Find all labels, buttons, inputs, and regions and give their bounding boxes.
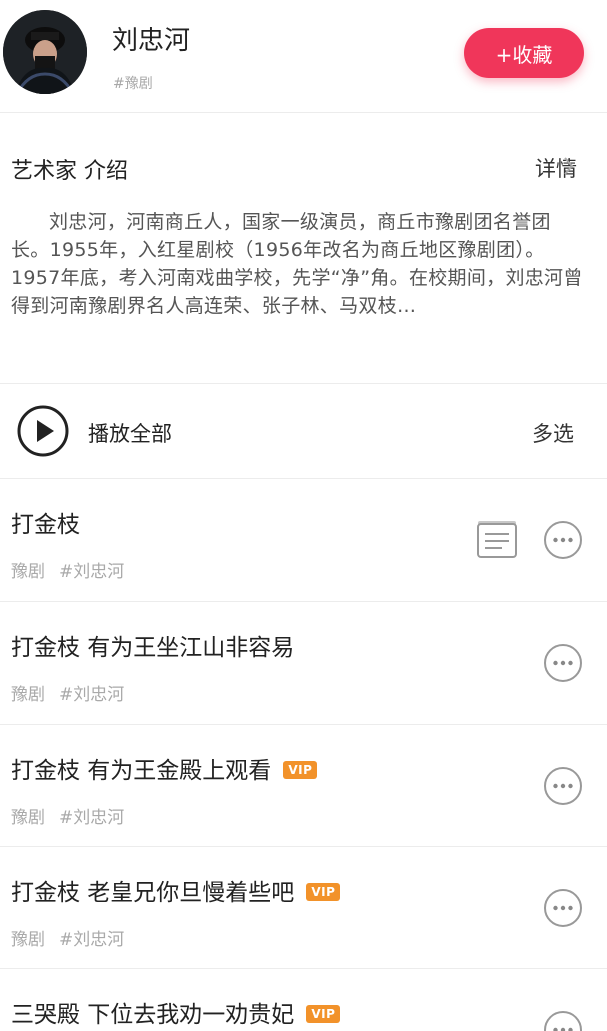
more-options-icon[interactable] [543,888,583,928]
vip-badge: VIP [283,761,318,779]
vip-badge: VIP [306,883,341,901]
artist-avatar[interactable] [3,10,87,94]
more-options-icon[interactable] [543,1010,583,1031]
vip-badge: VIP [306,1005,341,1023]
song-row[interactable]: 三哭殿 下位去我劝一劝贵妃 VIP [0,969,607,1031]
song-artist-tag: #刘忠河 [59,685,125,705]
song-row[interactable]: 打金枝 豫剧 #刘忠河 [0,479,607,601]
song-meta: 豫剧 #刘忠河 [11,680,138,705]
multi-select-button[interactable]: 多选 [532,418,574,448]
play-circle-icon[interactable] [17,405,69,457]
chevron-right-icon[interactable] [563,155,575,177]
song-row[interactable]: 打金枝 有为王金殿上观看 VIP 豫剧 #刘忠河 [0,725,607,847]
song-genre: 豫剧 [11,685,45,705]
song-artist-tag: #刘忠河 [59,562,125,582]
avatar-image [3,10,87,94]
song-title: 打金枝 有为王金殿上观看 VIP [11,751,318,785]
song-artist-tag: #刘忠河 [59,930,125,950]
divider [0,112,607,113]
song-artist-tag: #刘忠河 [59,808,125,828]
more-options-icon[interactable] [543,766,583,806]
song-row[interactable]: 打金枝 有为王坐江山非容易 豫剧 #刘忠河 [0,602,607,724]
play-all-label[interactable]: 播放全部 [88,418,172,448]
more-options-icon[interactable] [543,520,583,560]
song-title: 三哭殿 下位去我劝一劝贵妃 VIP [11,995,341,1029]
song-meta: 豫剧 #刘忠河 [11,803,138,828]
intro-title: 艺术家 介绍 [11,159,128,184]
song-genre: 豫剧 [11,562,45,582]
artist-genre-tag[interactable]: #豫剧 [113,73,153,93]
song-meta: 豫剧 #刘忠河 [11,557,138,582]
play-all-row: 播放全部 多选 [0,384,607,478]
song-title: 打金枝 老皇兄你旦慢着些吧 VIP [11,873,341,907]
song-title: 打金枝 有为王坐江山非容易 [11,635,295,661]
artist-name: 刘忠河 [112,26,191,56]
song-title: 打金枝 [11,512,80,538]
song-genre: 豫剧 [11,808,45,828]
favorite-button[interactable]: +收藏 [464,28,584,78]
song-meta: 豫剧 #刘忠河 [11,925,138,950]
intro-text: 刘忠河，河南商丘人，国家一级演员，商丘市豫剧团名誉团长。1955年，入红星剧校（… [11,211,583,317]
song-genre: 豫剧 [11,930,45,950]
artist-header: 刘忠河 #豫剧 +收藏 [0,0,607,112]
song-row[interactable]: 打金枝 老皇兄你旦慢着些吧 VIP 豫剧 #刘忠河 [0,847,607,969]
lyrics-icon[interactable] [476,519,518,559]
more-options-icon[interactable] [543,643,583,683]
